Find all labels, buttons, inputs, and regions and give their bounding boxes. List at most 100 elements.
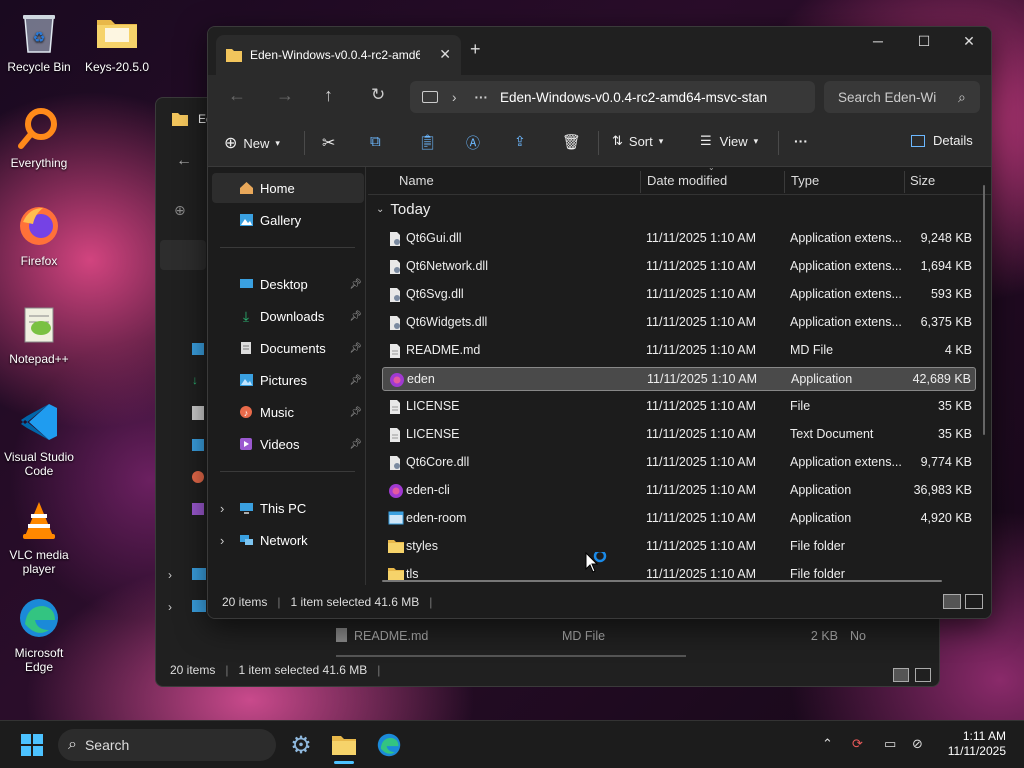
desktop-icon-vscode[interactable]: Visual Studio Code [1, 398, 77, 478]
file-row[interactable]: eden-room 11/11/2025 1:10 AM Application 4,… [382, 507, 976, 531]
view-button[interactable]: ☰ View ▾ [700, 133, 758, 149]
settings-app-button[interactable]: ⚙ [285, 729, 317, 761]
more-options-button[interactable]: ··· [794, 133, 808, 149]
clock[interactable]: 1:11 AM 11/11/2025 [948, 729, 1006, 759]
rename-button[interactable]: Ⓐ [466, 133, 480, 153]
file-row[interactable]: LICENSE 11/11/2025 1:10 AM Text Document 35… [382, 423, 976, 447]
details-button[interactable]: Details [911, 133, 973, 148]
back-button[interactable]: ← [228, 85, 246, 106]
pin-icon[interactable]: 📌︎ [349, 439, 362, 450]
back-window-file-row[interactable]: README.md MD File 2 KB No [336, 628, 936, 646]
expand-chevron-icon[interactable]: › [168, 600, 172, 614]
file-row[interactable]: Qt6Core.dll 11/11/2025 1:10 AM Application… [382, 451, 976, 475]
file-row[interactable]: README.md 11/11/2025 1:10 AM MD File 4 KB [382, 339, 976, 363]
file-row[interactable]: tls 11/11/2025 1:10 AM File folder [382, 563, 976, 587]
new-plus-icon[interactable]: ⊕ [174, 202, 186, 219]
maximize-button[interactable]: ☐ [902, 33, 946, 50]
details-view-icon[interactable] [943, 594, 961, 609]
nav-item-music[interactable]: ♪ Music 📌︎ [212, 397, 364, 427]
pin-icon[interactable]: 📌︎ [349, 279, 362, 290]
file-row[interactable]: eden-cli 11/11/2025 1:10 AM Application 36,… [382, 479, 976, 503]
nav-item-pictures[interactable]: Pictures 📌︎ [212, 365, 364, 395]
file-row[interactable]: styles 11/11/2025 1:10 AM File folder [382, 535, 976, 559]
path-ellipsis[interactable]: ··· [475, 90, 489, 105]
copy-button[interactable]: ⧉ [370, 133, 381, 150]
forward-button[interactable]: → [276, 85, 294, 106]
start-button[interactable] [16, 729, 48, 761]
column-date-modified[interactable]: Date modified [647, 173, 727, 188]
file-row[interactable]: Qt6Network.dll 11/11/2025 1:10 AM Applicat… [382, 255, 976, 279]
sort-button[interactable]: ⇅ Sort ▾ [612, 133, 663, 149]
pin-icon[interactable]: 📌︎ [349, 375, 362, 386]
tiles-view-icon[interactable] [915, 668, 931, 682]
group-header-today[interactable]: ⌄ Today [376, 201, 430, 218]
current-path[interactable]: Eden-Windows-v0.0.4-rc2-amd64-msvc-stan [500, 90, 800, 105]
file-row[interactable]: LICENSE 11/11/2025 1:10 AM File 35 KB [382, 395, 976, 419]
pin-icon[interactable]: 📌︎ [349, 407, 362, 418]
nav-item-documents[interactable]: Documents 📌︎ [212, 333, 364, 363]
column-name[interactable]: Name [399, 173, 434, 188]
nav-item-downloads[interactable]: ⤓ Downloads 📌︎ [212, 301, 364, 331]
nav-item-desktop[interactable]: Desktop 📌︎ [212, 269, 364, 299]
details-view-icon[interactable] [893, 668, 909, 682]
back-arrow-icon[interactable]: ← [176, 152, 192, 170]
edge-taskbar-button[interactable] [373, 729, 405, 761]
nav-item-this-pc[interactable]: › This PC [212, 493, 364, 523]
nav-item-home[interactable]: Home [212, 173, 364, 203]
desktop-icon-notepadpp[interactable]: Notepad++ [1, 300, 77, 366]
paste-button[interactable]: 📋︎ [418, 133, 437, 151]
desktop-icon-firefox[interactable]: Firefox [1, 202, 77, 268]
expand-chevron-icon[interactable]: › [220, 533, 238, 548]
address-bar[interactable]: › ··· Eden-Windows-v0.0.4-rc2-amd64-msvc… [410, 81, 815, 113]
pin-icon[interactable]: 📌︎ [349, 311, 362, 322]
horizontal-scrollbar[interactable] [336, 655, 686, 657]
desktop-icon-everything[interactable]: Everything [1, 104, 77, 170]
desktop-icon-recycle-bin[interactable]: ♻ Recycle Bin [1, 8, 77, 74]
minimize-button[interactable]: ─ [856, 33, 900, 49]
taskbar-search[interactable]: ⌕ Search [58, 729, 276, 761]
desktop-icon-edge[interactable]: Microsoft Edge [1, 594, 77, 674]
close-tab-icon[interactable]: ✕ [439, 46, 451, 63]
file-row[interactable]: Qt6Svg.dll 11/11/2025 1:10 AM Application … [382, 283, 976, 307]
nav-item-gallery[interactable]: Gallery [212, 205, 364, 235]
title-bar[interactable]: Eden-Windows-v0.0.4-rc2-amd64-msvc-stand… [208, 27, 991, 75]
file-explorer-button[interactable] [328, 729, 360, 764]
column-type[interactable]: Type [791, 173, 819, 188]
horizontal-scrollbar[interactable] [382, 580, 942, 582]
delete-button[interactable]: 🗑︎ [562, 133, 581, 151]
chevron-right-icon[interactable]: › [452, 90, 457, 105]
explorer-window[interactable]: Eden-Windows-v0.0.4-rc2-amd64-msvc-stand… [207, 26, 992, 619]
expand-chevron-icon[interactable]: › [168, 568, 172, 582]
up-button[interactable]: ↑ [324, 85, 333, 106]
expand-chevron-icon[interactable]: › [220, 501, 238, 516]
new-tab-button[interactable]: + [470, 39, 481, 60]
clock-date: 11/11/2025 [947, 744, 1006, 758]
sync-icon[interactable]: ⟳ [852, 736, 863, 752]
back-nav-home-item[interactable] [160, 240, 206, 270]
refresh-button[interactable]: ↻ [371, 85, 385, 105]
pin-icon[interactable]: 📌︎ [349, 343, 362, 354]
monitor-icon[interactable]: ▭ [884, 736, 896, 752]
column-size[interactable]: Size [910, 173, 935, 188]
file-size: 35 KB [937, 399, 972, 413]
search-box[interactable]: Search Eden-Wi ⌕ [824, 81, 980, 113]
desktop-icon-vlc[interactable]: VLC media player [1, 496, 77, 576]
explorer-tab[interactable]: Eden-Windows-v0.0.4-rc2-amd64-msvc-stand… [216, 35, 461, 75]
file-row[interactable]: Qt6Widgets.dll 11/11/2025 1:10 AM Applicat… [382, 311, 976, 335]
show-hidden-icons-chevron[interactable]: ⌃ [822, 736, 833, 752]
nav-item-videos[interactable]: Videos 📌︎ [212, 429, 364, 459]
folder-icon [388, 539, 404, 555]
file-row[interactable]: Qt6Gui.dll 11/11/2025 1:10 AM Application … [382, 227, 976, 251]
desktop-icon-keys-folder[interactable]: Keys-20.5.0 [79, 8, 155, 74]
share-button[interactable]: ⇪ [514, 133, 526, 150]
nav-item-network[interactable]: › Network [212, 525, 364, 555]
new-button[interactable]: ⊕ New ▾ [224, 133, 280, 153]
tiles-view-icon[interactable] [965, 594, 983, 609]
file-date: 11/11/2025 1:10 AM [646, 483, 757, 497]
close-window-button[interactable]: ✕ [947, 33, 991, 50]
network-disconnected-icon[interactable]: ⊘ [912, 736, 923, 752]
search-icon[interactable]: ⌕ [958, 89, 966, 106]
vertical-scrollbar[interactable] [983, 185, 985, 435]
file-row[interactable]: eden 11/11/2025 1:10 AM Application 42,689 … [382, 367, 976, 391]
cut-button[interactable]: ✂ [322, 133, 335, 153]
